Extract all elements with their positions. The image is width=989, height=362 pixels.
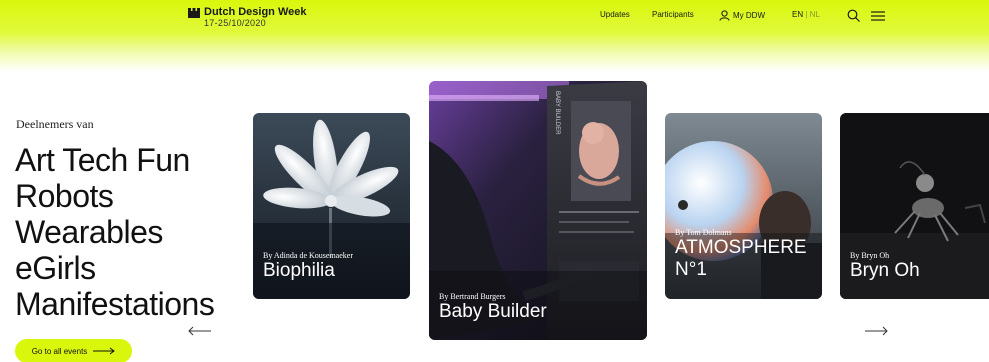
card-title-line-1: ATMOSPHERE xyxy=(675,237,807,258)
nav-my-ddw-link[interactable]: My DDW xyxy=(719,10,765,21)
category-robots[interactable]: Robots xyxy=(15,178,214,214)
category-list: Art Tech Fun Robots Wearables eGirls Man… xyxy=(15,142,215,322)
my-ddw-label: My DDW xyxy=(733,11,765,20)
arrow-right-small-icon xyxy=(93,347,116,355)
arrow-right-icon[interactable] xyxy=(864,326,888,336)
site-header: Dutch Design Week 17-25/10/2020 Updates … xyxy=(0,0,989,72)
go-to-all-events-button[interactable]: Go to all events xyxy=(15,339,132,362)
event-card-baby-builder[interactable]: BABY BUILDER By Bertrand Burgers Baby Bu… xyxy=(429,81,647,340)
card-author: By Bertrand Burgers xyxy=(439,292,506,301)
language-switch: EN | NL xyxy=(792,10,820,19)
search-icon[interactable] xyxy=(846,8,862,24)
category-egirls[interactable]: eGirls xyxy=(15,250,214,286)
hamburger-menu-icon[interactable] xyxy=(870,8,886,24)
category-wearables[interactable]: Wearables xyxy=(15,214,214,250)
intro-label: Deelnemers van xyxy=(16,117,94,131)
card-title-line-2: N°1 xyxy=(675,259,707,280)
arrow-left-icon[interactable] xyxy=(188,326,212,336)
card-author: By Bryn Oh xyxy=(850,251,890,260)
event-card-bryn-oh[interactable]: By Bryn Oh Bryn Oh xyxy=(840,113,989,299)
nav-participants-link[interactable]: Participants xyxy=(652,10,694,19)
category-manifestations[interactable]: Manifestations xyxy=(15,286,215,322)
lang-separator: | xyxy=(805,10,808,19)
lang-nl[interactable]: NL xyxy=(810,10,820,19)
user-icon xyxy=(719,10,730,21)
event-card-atmosphere[interactable]: By Tom Dolmans ATMOSPHERE N°1 xyxy=(665,113,822,299)
main-nav: Updates Participants My DDW EN | NL xyxy=(0,8,989,26)
card-author: By Tom Dolmans xyxy=(675,228,732,237)
lang-en[interactable]: EN xyxy=(792,10,803,19)
event-card-biophilia[interactable]: By Adinda de Kousemaeker Biophilia xyxy=(253,113,410,299)
card-title: Baby Builder xyxy=(439,301,547,322)
go-to-all-events-label: Go to all events xyxy=(31,346,88,356)
category-art-tech-fun[interactable]: Art Tech Fun xyxy=(15,142,214,178)
exhibit-label: BABY BUILDER xyxy=(554,91,560,135)
card-title: Biophilia xyxy=(263,260,335,281)
card-author: By Adinda de Kousemaeker xyxy=(263,251,353,260)
nav-updates-link[interactable]: Updates xyxy=(600,10,630,19)
card-title: Bryn Oh xyxy=(850,260,920,281)
